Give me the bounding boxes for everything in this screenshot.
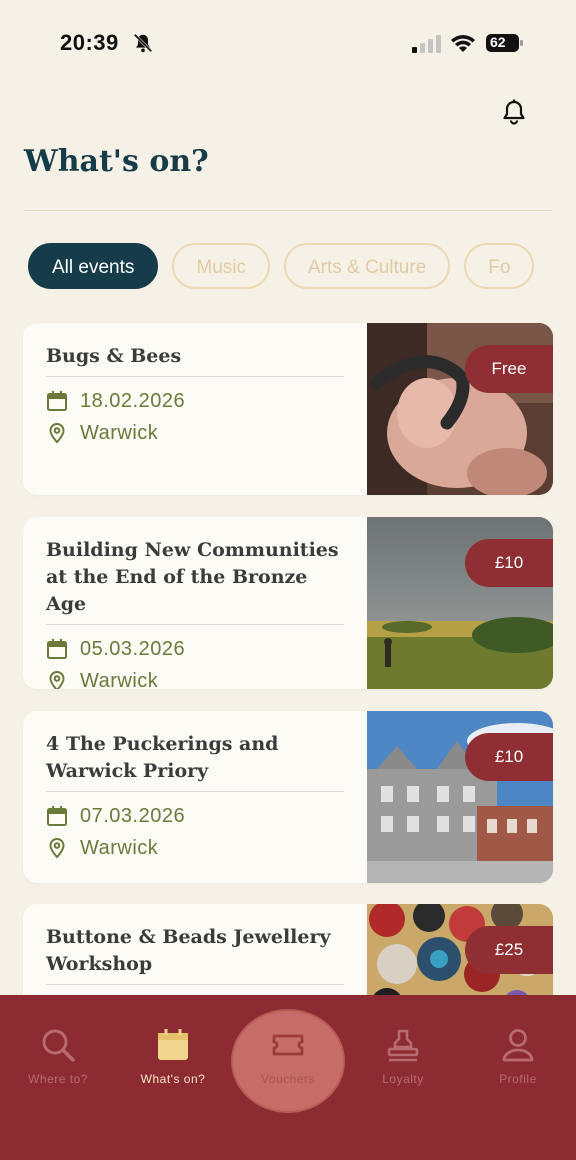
tab-label: Where to? <box>28 1072 88 1086</box>
event-card[interactable]: Building New Communities at the End of t… <box>23 517 553 689</box>
event-date-row: 07.03.2026 <box>46 800 344 832</box>
event-date: 18.02.2026 <box>80 389 186 412</box>
filter-chip-all-events[interactable]: All events <box>28 243 159 289</box>
event-title: 4 The Puckerings and Warwick Priory <box>46 733 279 782</box>
filter-chip-food[interactable]: Fo <box>464 243 535 289</box>
price-badge: £10 <box>465 733 553 781</box>
event-title: Building New Communities at the End of t… <box>46 539 339 615</box>
event-date-row: 18.02.2026 <box>46 385 344 417</box>
price-badge: Free <box>465 345 553 393</box>
tab-whats-on[interactable]: What's on? <box>125 1027 221 1086</box>
price-badge: £25 <box>465 926 553 974</box>
page-title: What's on? <box>24 144 209 179</box>
tab-label: What's on? <box>140 1072 206 1086</box>
event-date: 05.03.2026 <box>80 637 186 660</box>
event-date: 07.03.2026 <box>80 804 186 827</box>
event-date-row: 05.03.2026 <box>46 633 344 665</box>
tab-vouchers[interactable]: Vouchers <box>240 1027 336 1086</box>
event-location-row: Warwick <box>46 417 344 449</box>
location-pin-icon <box>49 422 65 444</box>
calendar-icon <box>47 391 67 411</box>
event-location-row: Warwick <box>46 665 344 689</box>
event-location: Warwick <box>80 836 159 859</box>
filter-chip-music[interactable]: Music <box>172 243 270 289</box>
signal-icon <box>412 35 441 53</box>
event-location: Warwick <box>80 421 159 444</box>
tab-label: Profile <box>499 1072 537 1086</box>
divider <box>46 624 344 625</box>
event-location-row: Warwick <box>46 832 344 864</box>
location-pin-icon <box>49 837 65 859</box>
wifi-icon <box>451 35 475 52</box>
event-image: £10 <box>367 517 553 689</box>
event-card[interactable]: Bugs & Bees 18.02.2026 Warwick Free <box>23 323 553 495</box>
tab-label: Vouchers <box>260 1072 316 1086</box>
tab-loyalty[interactable]: Loyalty <box>355 1027 451 1086</box>
divider <box>46 791 344 792</box>
calendar-icon <box>47 806 67 826</box>
user-icon <box>502 1029 534 1062</box>
divider <box>46 984 344 985</box>
ticket-icon <box>272 1034 304 1056</box>
bottom-tab-bar: Where to? What's on? Vouchers Loyalty Pr… <box>0 995 576 1160</box>
stamp-icon <box>387 1029 419 1062</box>
divider <box>24 210 552 211</box>
tab-label: Loyalty <box>382 1072 424 1086</box>
event-title: Buttone & Beads Jewellery Workshop <box>46 926 331 975</box>
bell-muted-icon <box>133 33 153 53</box>
filter-chip-arts-culture[interactable]: Arts & Culture <box>284 243 451 289</box>
status-time: 20:39 <box>60 30 119 55</box>
event-image: £10 <box>367 711 553 883</box>
bell-icon[interactable] <box>500 98 528 126</box>
event-location: Warwick <box>80 669 159 690</box>
search-icon <box>42 1029 75 1062</box>
event-card[interactable]: 4 The Puckerings and Warwick Priory 07.0… <box>23 711 553 883</box>
tab-profile[interactable]: Profile <box>470 1027 566 1086</box>
event-image: Free <box>367 323 553 495</box>
battery-level: 62 <box>490 34 506 50</box>
calendar-icon <box>158 1029 188 1060</box>
status-bar: 20:39 62 <box>0 0 576 80</box>
filter-chips: All events Music Arts & Culture Fo <box>28 243 576 291</box>
event-title: Bugs & Bees <box>46 345 182 367</box>
location-pin-icon <box>49 670 65 689</box>
price-badge: £10 <box>465 539 553 587</box>
tab-where-to[interactable]: Where to? <box>10 1027 106 1086</box>
calendar-icon <box>47 639 67 659</box>
divider <box>46 376 344 377</box>
